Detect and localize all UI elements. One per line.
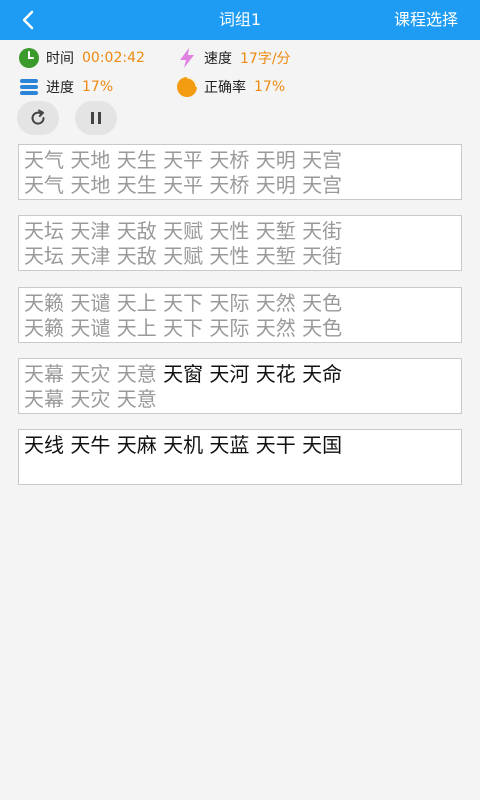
progress-stat: 进度 17% [18, 76, 113, 98]
phrase-group-1[interactable]: 天气 天地 天生 天平 天桥 天明 天宫 天气 天地 天生 天平 天桥 天明 天… [18, 144, 462, 200]
input-line[interactable]: 天气 天地 天生 天平 天桥 天明 天宫 [24, 172, 342, 198]
app-header: 词组1 课程选择 [0, 0, 480, 40]
reload-button[interactable] [17, 101, 59, 135]
accuracy-stat: 正确率 17% [176, 76, 285, 98]
pending-text: 天窗 天河 天花 天命 [163, 362, 343, 386]
speed-label: 速度 [204, 51, 232, 67]
source-line: 天气 天地 天生 天平 天桥 天明 天宫 [24, 147, 342, 173]
pie-icon [176, 76, 198, 98]
source-line: 天幕 天灾 天意 天窗 天河 天花 天命 [24, 361, 342, 387]
time-value: 00:02:42 [82, 50, 145, 66]
input-line[interactable]: 天幕 天灾 天意 [24, 386, 157, 412]
pause-icon [91, 112, 101, 124]
time-stat: 时间 00:02:42 [18, 47, 145, 69]
reload-icon [31, 109, 45, 125]
input-line[interactable]: 天坛 天津 天敌 天赋 天性 天堑 天街 [24, 243, 342, 269]
time-label: 时间 [46, 51, 74, 67]
typed-text: 天气 天地 天生 天平 天桥 天明 天宫 [24, 148, 343, 172]
clock-icon [18, 47, 40, 69]
list-icon [18, 76, 40, 98]
pending-text: 天线 天牛 天麻 天机 天蓝 天干 天国 [24, 433, 343, 457]
accuracy-value: 17% [254, 79, 286, 95]
speed-stat: 速度 17字/分 [176, 47, 291, 69]
typed-text: 天幕 天灾 天意 [24, 362, 164, 386]
input-line[interactable]: 天籁 天谴 天上 天下 天际 天然 天色 [24, 315, 342, 341]
progress-label: 进度 [46, 80, 74, 96]
course-select-button[interactable]: 课程选择 [394, 0, 458, 40]
phrase-group-3[interactable]: 天籁 天谴 天上 天下 天际 天然 天色 天籁 天谴 天上 天下 天际 天然 天… [18, 287, 462, 343]
phrase-group-5[interactable]: 天线 天牛 天麻 天机 天蓝 天干 天国 [18, 429, 462, 485]
phrase-group-4[interactable]: 天幕 天灾 天意 天窗 天河 天花 天命 天幕 天灾 天意 [18, 358, 462, 414]
phrase-group-2[interactable]: 天坛 天津 天敌 天赋 天性 天堑 天街 天坛 天津 天敌 天赋 天性 天堑 天… [18, 215, 462, 271]
typed-text: 天坛 天津 天敌 天赋 天性 天堑 天街 [24, 219, 343, 243]
typed-text: 天籁 天谴 天上 天下 天际 天然 天色 [24, 291, 343, 315]
source-line: 天坛 天津 天敌 天赋 天性 天堑 天街 [24, 218, 342, 244]
source-line: 天籁 天谴 天上 天下 天际 天然 天色 [24, 290, 342, 316]
speed-value: 17字/分 [240, 51, 291, 67]
source-line: 天线 天牛 天麻 天机 天蓝 天干 天国 [24, 432, 342, 458]
progress-value: 17% [82, 79, 114, 95]
accuracy-label: 正确率 [204, 80, 246, 96]
pause-button[interactable] [75, 101, 117, 135]
lightning-icon [176, 47, 198, 69]
